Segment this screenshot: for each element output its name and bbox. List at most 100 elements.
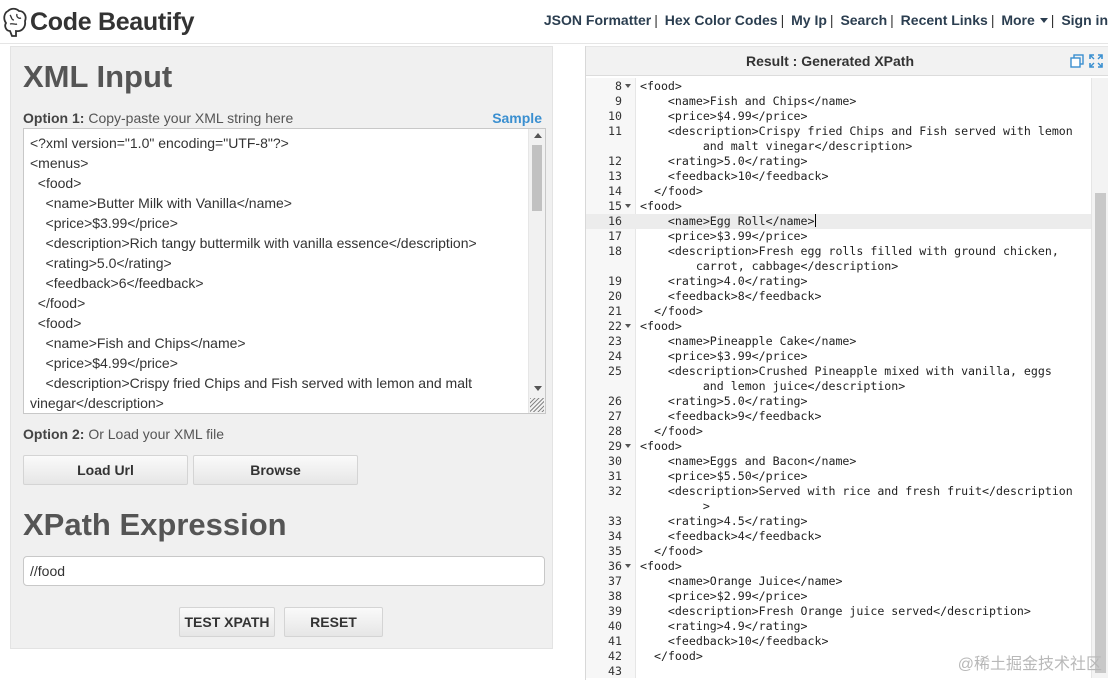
fullscreen-icon[interactable] [1089, 54, 1103, 68]
scroll-thumb[interactable] [532, 145, 542, 211]
code-line: 26 <rating>5.0</rating> [586, 394, 1092, 409]
fold-arrow-icon[interactable] [625, 204, 631, 208]
line-number: 33 [608, 514, 622, 528]
xml-line: vinegar</description> [30, 395, 164, 411]
code-text: <name>Egg Roll</name> [640, 214, 816, 228]
xml-line: <rating>5.0</rating> [30, 255, 172, 271]
code-text: > [640, 499, 710, 513]
xpath-input[interactable]: //food [23, 556, 545, 586]
line-number: 17 [608, 229, 622, 243]
fold-arrow-icon[interactable] [625, 444, 631, 448]
code-text: <food> [640, 439, 682, 453]
line-number: 22 [608, 319, 622, 333]
line-number: 10 [608, 109, 622, 123]
code-line: 13 <feedback>10</feedback> [586, 169, 1092, 184]
code-line: 31 <price>$5.50</price> [586, 469, 1092, 484]
nav-recent-links[interactable]: Recent Links [901, 12, 988, 28]
option2-bold: Option 2: [23, 426, 85, 442]
fold-arrow-icon[interactable] [625, 324, 631, 328]
line-number: 14 [608, 184, 622, 198]
line-number: 30 [608, 454, 622, 468]
line-number: 24 [608, 349, 622, 363]
line-number: 13 [608, 169, 622, 183]
code-line: 28 </food> [586, 424, 1092, 439]
xml-line: <food> [30, 315, 82, 331]
code-line: 11 <description>Crispy fried Chips and F… [586, 124, 1092, 139]
code-line: 14 </food> [586, 184, 1092, 199]
watermark: @稀土掘金技术社区 [957, 656, 1102, 673]
result-code-editor[interactable]: 8 <food> 9 <name>Fish and Chips</name> 10 <… [586, 78, 1092, 678]
xml-line: <feedback>6</feedback> [30, 275, 204, 291]
nav-my-ip[interactable]: My Ip [791, 12, 827, 28]
line-number: 11 [608, 124, 622, 138]
fold-arrow-icon[interactable] [625, 564, 631, 568]
code-line: carrot, cabbage</description> [586, 259, 1092, 274]
xml-textarea[interactable]: <?xml version="1.0" encoding="UTF-8"?> <m… [23, 128, 546, 414]
code-text: <food> [640, 79, 682, 93]
code-text: <food> [640, 559, 682, 573]
nav-more[interactable]: More [1001, 12, 1034, 28]
line-number: 35 [608, 544, 622, 558]
line-number: 43 [608, 664, 622, 678]
code-text: </food> [640, 184, 703, 198]
code-line: 34 <feedback>4</feedback> [586, 529, 1092, 544]
code-text: <name>Pineapple Cake</name> [640, 334, 857, 348]
line-number: 32 [608, 484, 622, 498]
code-text: <feedback>10</feedback> [640, 634, 829, 648]
code-line: 39 <description>Fresh Orange juice serve… [586, 604, 1092, 619]
browse-button[interactable]: Browse [193, 455, 358, 485]
test-xpath-button[interactable]: TEST XPATH [179, 607, 275, 637]
code-line: 20 <feedback>8</feedback> [586, 289, 1092, 304]
xml-line: </food> [30, 295, 86, 311]
line-number: 16 [608, 214, 622, 228]
nav-json-formatter[interactable]: JSON Formatter [544, 12, 651, 28]
logo-text: Code Beautify [30, 7, 195, 36]
line-number: 42 [608, 649, 622, 663]
nav-search[interactable]: Search [840, 12, 887, 28]
chevron-down-icon[interactable] [1039, 18, 1048, 23]
code-text: <rating>4.9</rating> [640, 619, 808, 633]
reset-button[interactable]: RESET [284, 607, 383, 637]
brain-logo-icon [3, 7, 27, 37]
code-text: <description>Fresh Orange juice served</… [640, 604, 1031, 618]
code-text: <rating>4.0</rating> [640, 274, 808, 288]
code-text: <food> [640, 319, 682, 333]
nav-hex-color-codes[interactable]: Hex Color Codes [665, 12, 778, 28]
scroll-down-arrow-icon[interactable] [534, 386, 542, 391]
logo[interactable]: Code Beautify [2, 4, 194, 40]
code-line: 37 <name>Orange Juice</name> [586, 574, 1092, 589]
line-number: 26 [608, 394, 622, 408]
code-text: <price>$3.99</price> [640, 229, 808, 243]
code-text: </food> [640, 544, 703, 558]
xml-line: <description>Crispy fried Chips and Fish… [30, 375, 472, 391]
code-line: 30 <name>Eggs and Bacon</name> [586, 454, 1092, 469]
result-scroll-thumb[interactable] [1095, 193, 1106, 673]
xml-line: <price>$3.99</price> [30, 215, 178, 231]
line-number: 39 [608, 604, 622, 618]
line-number: 27 [608, 409, 622, 423]
line-number: 29 [608, 439, 622, 453]
code-text: <price>$2.99</price> [640, 589, 808, 603]
nav-sign-in[interactable]: Sign in [1061, 12, 1108, 28]
load-url-button[interactable]: Load Url [23, 455, 188, 485]
xpath-expression-title: XPath Expression [23, 507, 287, 542]
xml-line: <name>Butter Milk with Vanilla</name> [30, 195, 292, 211]
code-text: <rating>5.0</rating> [640, 154, 808, 168]
fold-arrow-icon[interactable] [625, 84, 631, 88]
sample-link[interactable]: Sample [492, 110, 542, 126]
copy-icon[interactable] [1070, 54, 1084, 68]
code-line: 33 <rating>4.5</rating> [586, 514, 1092, 529]
result-scrollbar[interactable] [1091, 78, 1108, 678]
line-number: 15 [608, 199, 622, 213]
resize-grip-icon[interactable] [530, 398, 544, 412]
xml-scrollbar[interactable] [528, 129, 545, 413]
xml-line: <description>Rich tangy buttermilk with … [30, 235, 477, 251]
xml-line: <food> [30, 175, 82, 191]
code-text: </food> [640, 649, 703, 663]
result-panel: Result : Generated XPath 8 <food> 9 <name>… [585, 46, 1108, 680]
line-number: 36 [608, 559, 622, 573]
scroll-up-arrow-icon[interactable] [534, 133, 542, 138]
code-line: 22 <food> [586, 319, 1092, 334]
xml-text-content: <?xml version="1.0" encoding="UTF-8"?> <m… [30, 133, 530, 413]
code-text: and lemon juice</description> [640, 379, 906, 393]
